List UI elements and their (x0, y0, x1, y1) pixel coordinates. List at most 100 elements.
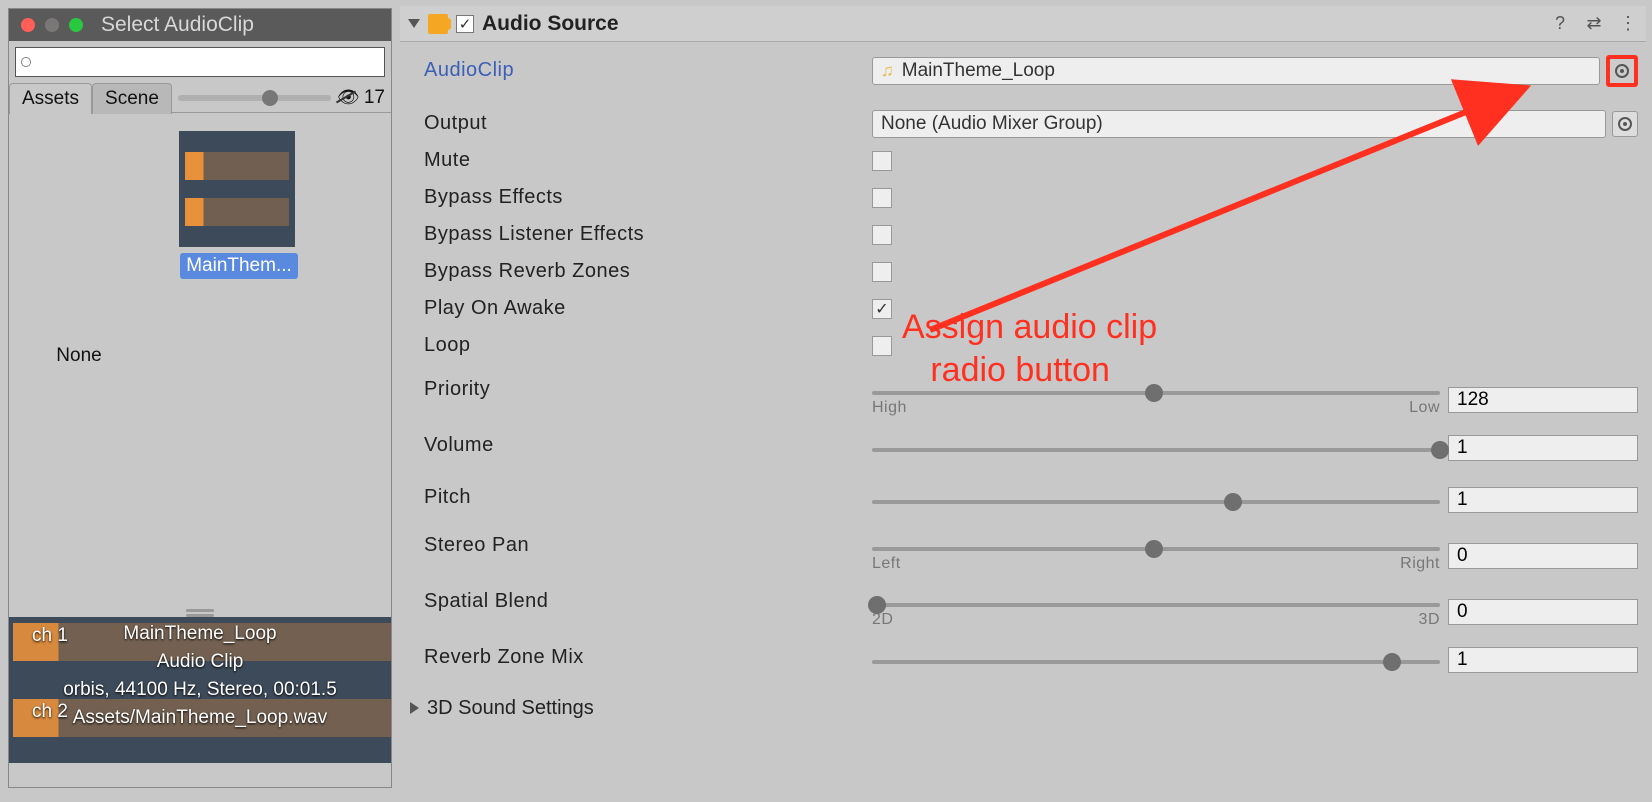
tabs-row: Assets Scene 👁 17 (9, 83, 391, 113)
tab-assets[interactable]: Assets (9, 83, 92, 114)
assets-grid: None MainThem... (9, 113, 391, 603)
hidden-count-value: 17 (364, 87, 385, 109)
preview-panel: ch 1 ch 2 MainTheme_Loop Audio Clip orbi… (9, 617, 391, 763)
output-value: None (Audio Mixer Group) (881, 113, 1103, 135)
label-mute: Mute (424, 149, 872, 172)
help-icon[interactable]: ? (1550, 14, 1570, 34)
label-stereo-pan: Stereo Pan (424, 528, 872, 557)
search-row: 🔍 (9, 41, 391, 83)
bypass-listener-checkbox[interactable] (872, 225, 892, 245)
row-bypass-listener: Bypass Listener Effects (400, 216, 1646, 253)
audioclip-thumbnail (179, 131, 295, 247)
foldout-toggle[interactable] (408, 19, 420, 28)
label-priority: Priority (424, 372, 872, 401)
audioclip-field[interactable]: ♫ MainTheme_Loop (872, 57, 1600, 85)
stereo-pan-slider[interactable] (872, 547, 1440, 551)
preview-details: orbis, 44100 Hz, Stereo, 00:01.5 (9, 679, 391, 701)
label-reverb-mix: Reverb Zone Mix (424, 640, 872, 669)
kebab-menu-icon[interactable]: ⋮ (1618, 14, 1638, 34)
panel-resize-handle[interactable] (9, 603, 391, 617)
row-play-on-awake: Play On Awake ✓ (400, 290, 1646, 327)
preview-name: MainTheme_Loop (9, 623, 391, 645)
row-audioclip: AudioClip ♫ MainTheme_Loop (400, 52, 1646, 89)
asset-selected-label: MainThem... (180, 253, 298, 279)
pan-right-label: Right (1400, 555, 1440, 573)
pitch-input[interactable] (1448, 487, 1638, 513)
reverb-mix-slider[interactable] (872, 660, 1440, 664)
hidden-count[interactable]: 👁 17 (337, 87, 385, 109)
label-bypass-listener: Bypass Listener Effects (424, 223, 872, 246)
component-enabled-checkbox[interactable]: ✓ (456, 15, 474, 33)
label-audioclip: AudioClip (424, 59, 872, 82)
loop-checkbox[interactable] (872, 336, 892, 356)
row-reverb-mix: Reverb Zone Mix (400, 640, 1646, 680)
window-titlebar: Select AudioClip (9, 9, 391, 41)
priority-left-label: High (872, 399, 907, 417)
volume-input[interactable] (1448, 435, 1638, 461)
chevron-right-icon (410, 702, 419, 714)
row-bypass-reverb: Bypass Reverb Zones (400, 253, 1646, 290)
pitch-slider[interactable] (872, 500, 1440, 504)
label-output: Output (424, 112, 872, 135)
window-controls (21, 18, 83, 32)
priority-right-label: Low (1409, 399, 1440, 417)
component-header: ✓ Audio Source ? ⇄ ⋮ (400, 6, 1646, 42)
mute-checkbox[interactable] (872, 151, 892, 171)
preview-path: Assets/MainTheme_Loop.wav (9, 707, 391, 729)
preview-type: Audio Clip (9, 651, 391, 673)
zoom-thumb[interactable] (262, 90, 278, 106)
music-note-icon: ♫ (881, 61, 894, 81)
close-icon[interactable] (21, 18, 35, 32)
volume-slider[interactable] (872, 448, 1440, 452)
3d-sound-settings-label: 3D Sound Settings (427, 697, 594, 720)
label-bypass-reverb: Bypass Reverb Zones (424, 260, 872, 283)
label-bypass-effects: Bypass Effects (424, 186, 872, 209)
blend-right-label: 3D (1419, 611, 1440, 629)
output-picker-button[interactable] (1612, 111, 1638, 137)
reverb-mix-input[interactable] (1448, 647, 1638, 673)
priority-input[interactable] (1448, 387, 1638, 413)
label-loop: Loop (424, 334, 872, 357)
label-pitch: Pitch (424, 480, 872, 509)
minimize-icon[interactable] (45, 18, 59, 32)
row-output: Output None (Audio Mixer Group) (400, 105, 1646, 142)
row-loop: Loop (400, 327, 1646, 364)
spatial-blend-input[interactable] (1448, 599, 1638, 625)
stereo-pan-input[interactable] (1448, 543, 1638, 569)
row-mute: Mute (400, 142, 1646, 179)
spatial-blend-slider[interactable] (872, 603, 1440, 607)
asset-item-maintheme[interactable]: MainThem... (179, 131, 299, 279)
tab-scene[interactable]: Scene (92, 83, 172, 114)
label-volume: Volume (424, 428, 872, 457)
row-pitch: Pitch (400, 480, 1646, 520)
asset-none-label: None (19, 345, 139, 367)
zoom-slider[interactable] (178, 95, 331, 101)
output-field[interactable]: None (Audio Mixer Group) (872, 110, 1606, 138)
pan-left-label: Left (872, 555, 901, 573)
visibility-off-icon: 👁 (337, 87, 360, 108)
audioclip-picker-button[interactable] (1606, 55, 1638, 87)
row-priority: Priority High Low (400, 372, 1646, 428)
row-spatial-blend: Spatial Blend 2D3D (400, 584, 1646, 640)
bypass-reverb-checkbox[interactable] (872, 262, 892, 282)
audioclip-value: MainTheme_Loop (902, 60, 1055, 82)
select-audioclip-window: Select AudioClip 🔍 Assets Scene 👁 17 Non… (8, 8, 392, 788)
inspector-panel: ✓ Audio Source ? ⇄ ⋮ AudioClip ♫ MainThe… (400, 6, 1646, 796)
row-bypass-effects: Bypass Effects (400, 179, 1646, 216)
3d-sound-settings-foldout[interactable]: 3D Sound Settings (400, 690, 1646, 726)
label-spatial-blend: Spatial Blend (424, 584, 872, 613)
row-volume: Volume (400, 428, 1646, 468)
window-title: Select AudioClip (101, 13, 254, 37)
play-on-awake-checkbox[interactable]: ✓ (872, 299, 892, 319)
audio-source-icon (428, 14, 448, 34)
bypass-effects-checkbox[interactable] (872, 188, 892, 208)
maximize-icon[interactable] (69, 18, 83, 32)
row-stereo-pan: Stereo Pan Left Right (400, 528, 1646, 584)
asset-item-none[interactable]: None (19, 131, 139, 367)
target-icon (1618, 117, 1632, 131)
preset-icon[interactable]: ⇄ (1584, 14, 1604, 34)
priority-slider[interactable] (872, 391, 1440, 395)
component-title: Audio Source (482, 12, 619, 36)
label-play-on-awake: Play On Awake (424, 297, 872, 320)
search-input[interactable] (15, 47, 385, 77)
